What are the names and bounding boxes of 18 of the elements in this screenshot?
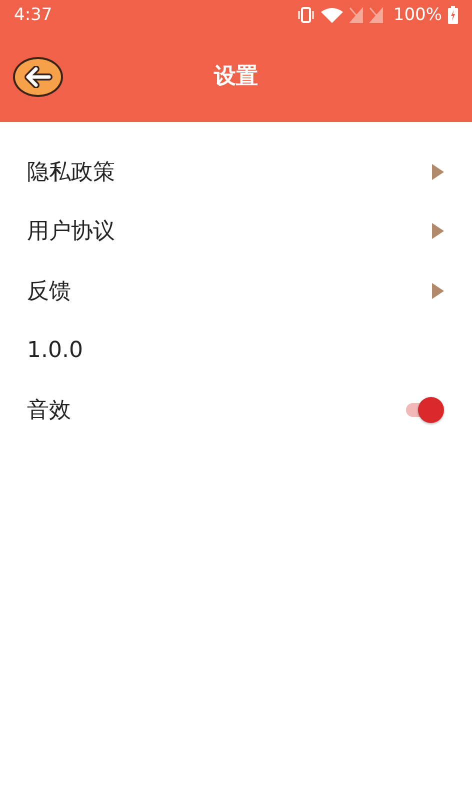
status-time: 4:37 — [14, 5, 52, 25]
battery-percent: 100% — [393, 5, 442, 25]
setting-label[interactable]: 反馈 — [27, 276, 71, 306]
chevron-right-icon[interactable] — [432, 282, 444, 299]
no-sim-icon — [349, 7, 364, 23]
no-sim-icon — [369, 7, 384, 23]
version-text: 1.0.0 — [27, 338, 83, 363]
back-button[interactable] — [13, 57, 63, 97]
vibrate-icon — [297, 7, 316, 23]
chevron-right-icon[interactable] — [432, 223, 444, 240]
setting-label[interactable]: 隐私政策 — [27, 156, 115, 187]
setting-label[interactable]: 用户协议 — [27, 216, 115, 246]
battery-charging-icon — [448, 6, 458, 24]
chevron-right-icon[interactable] — [432, 164, 444, 180]
wifi-icon — [321, 7, 344, 23]
setting-label: 音效 — [27, 396, 71, 425]
page-title: 设置 — [214, 63, 258, 91]
back-arrow-icon — [23, 66, 53, 88]
